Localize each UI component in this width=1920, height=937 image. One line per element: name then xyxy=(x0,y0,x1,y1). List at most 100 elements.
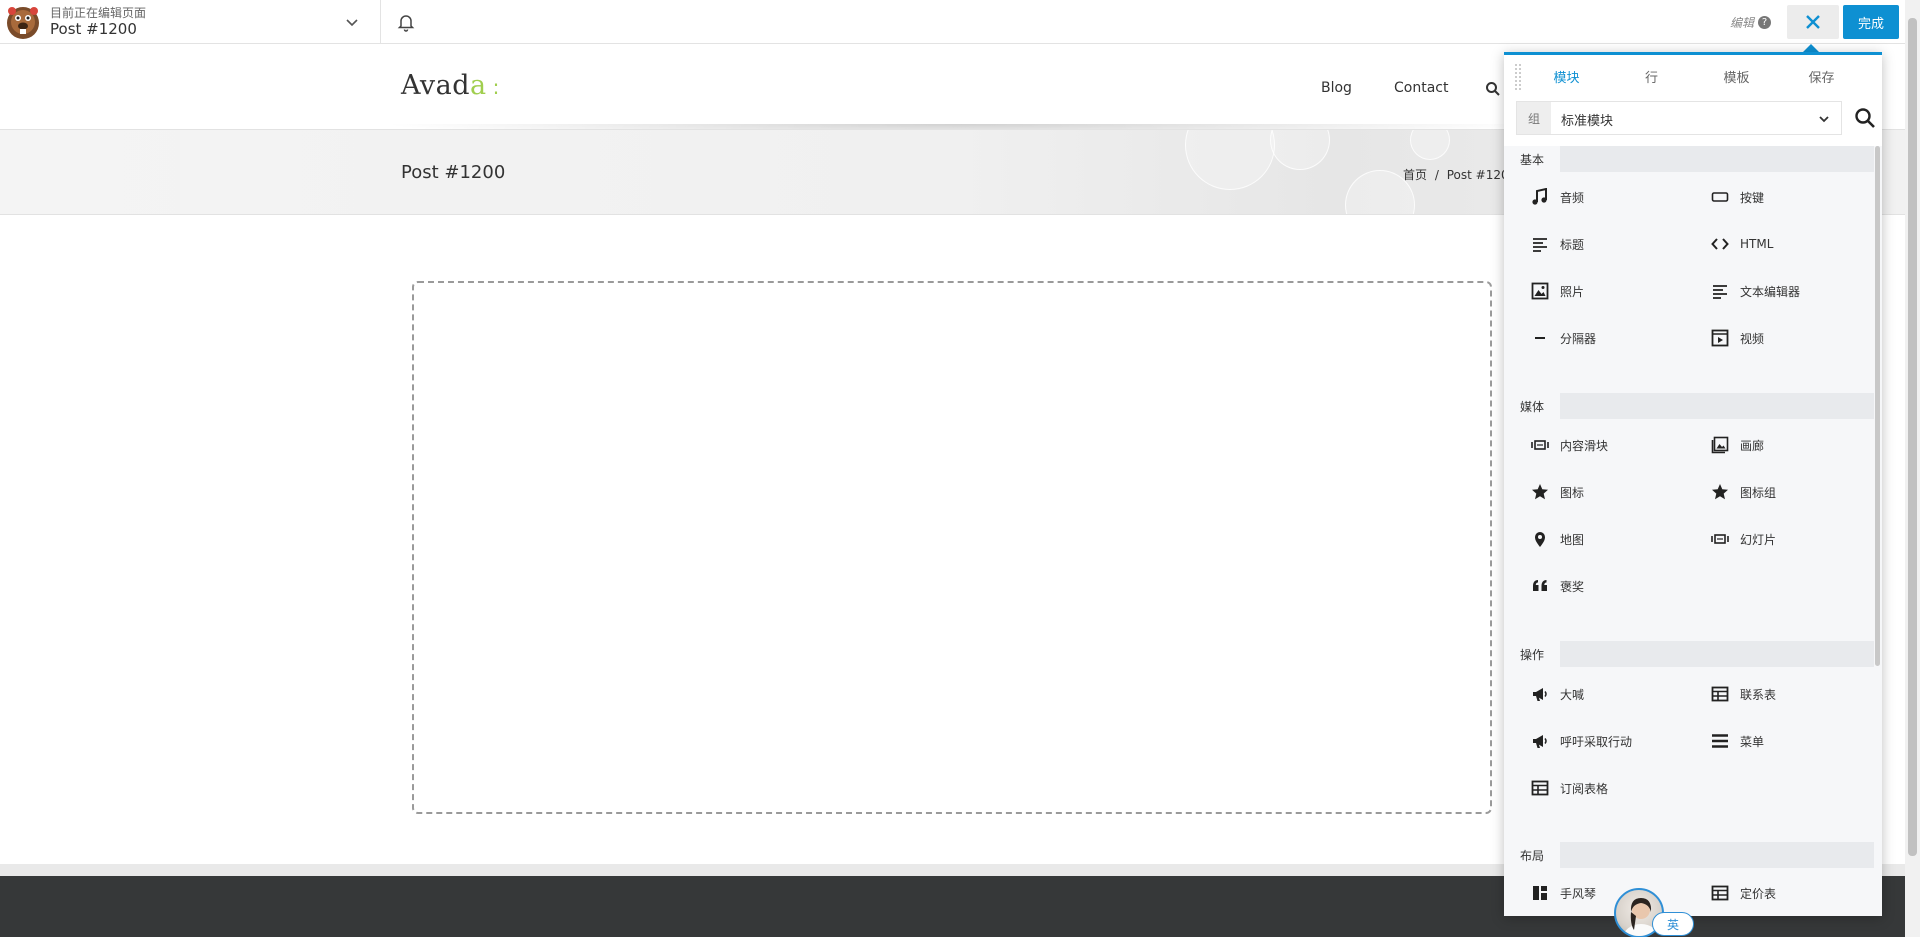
module-label: 呼吁采取行动 xyxy=(1560,734,1633,749)
gallery-icon xyxy=(1710,435,1730,455)
section-header-layout: 布局 xyxy=(1504,842,1874,868)
tab-rows[interactable]: 行 xyxy=(1609,67,1694,89)
module-button[interactable]: 按键 xyxy=(1710,185,1764,209)
module-contact-form[interactable]: 联系表 xyxy=(1710,682,1776,706)
module-subscribe-form[interactable]: 订阅表格 xyxy=(1530,776,1608,800)
module-content-slider[interactable]: 内容滑块 xyxy=(1530,433,1608,457)
close-panel-button[interactable] xyxy=(1787,5,1839,39)
slider-icon xyxy=(1710,529,1730,549)
star-icon xyxy=(1710,482,1730,502)
megaphone-icon xyxy=(1530,684,1550,704)
site-logo[interactable]: Avada: xyxy=(401,70,500,101)
module-label: 文本编辑器 xyxy=(1740,284,1801,299)
drag-handle[interactable] xyxy=(1514,63,1522,91)
module-label: 手风琴 xyxy=(1560,886,1597,901)
module-callout[interactable]: 大喊 xyxy=(1530,682,1584,706)
breadcrumb-home-link[interactable]: 首页 xyxy=(1403,168,1427,182)
search-icon[interactable] xyxy=(1485,81,1501,97)
module-label: 幻灯片 xyxy=(1740,532,1777,547)
quote-icon xyxy=(1530,576,1550,596)
chevron-down-icon[interactable] xyxy=(340,10,364,34)
module-gallery[interactable]: 画廊 xyxy=(1710,433,1764,457)
music-note-icon xyxy=(1530,187,1550,207)
panel-tabs: 模块 行 模板 保存 xyxy=(1524,67,1864,89)
star-icon xyxy=(1530,482,1550,502)
accordion-icon xyxy=(1530,883,1550,903)
section-title: 操作 xyxy=(1504,641,1561,667)
module-html[interactable]: HTML xyxy=(1710,232,1773,256)
nav-link-blog[interactable]: Blog xyxy=(1321,80,1352,96)
bokeh-decoration xyxy=(1410,130,1450,160)
module-label: HTML xyxy=(1740,237,1774,251)
module-slideshow[interactable]: 幻灯片 xyxy=(1710,527,1776,551)
heading-icon xyxy=(1530,234,1550,254)
edit-mode-label[interactable]: 编辑 ? xyxy=(1730,14,1772,31)
breadcrumb: 首页 / Post #1200 xyxy=(1403,166,1516,183)
module-testimonials[interactable]: 褒奖 xyxy=(1530,574,1584,598)
modules-panel: 模块 行 模板 保存 组 标准模块 基本 音频 按键 标题 HTML 照片 文本… xyxy=(1504,52,1882,916)
panel-scrollbar[interactable] xyxy=(1875,146,1880,666)
module-heading[interactable]: 标题 xyxy=(1530,232,1584,256)
module-video[interactable]: 视频 xyxy=(1710,326,1764,350)
group-select[interactable]: 组 标准模块 xyxy=(1516,101,1842,135)
slider-icon xyxy=(1530,435,1550,455)
code-icon xyxy=(1710,234,1730,254)
module-pricing-table[interactable]: 定价表 xyxy=(1710,881,1776,905)
module-label: 照片 xyxy=(1560,284,1585,299)
module-audio[interactable]: 音频 xyxy=(1530,185,1584,209)
map-pin-icon xyxy=(1530,529,1550,549)
search-icon[interactable] xyxy=(1854,107,1876,129)
tab-modules[interactable]: 模块 xyxy=(1524,67,1609,89)
module-photo[interactable]: 照片 xyxy=(1530,279,1584,303)
module-label: 标题 xyxy=(1560,237,1585,252)
tab-templates[interactable]: 模板 xyxy=(1694,67,1779,89)
modules-list: 基本 音频 按键 标题 HTML 照片 文本编辑器 分隔器 视频 媒体 内容滑块… xyxy=(1504,146,1882,916)
logo-colon: : xyxy=(492,75,500,99)
module-label: 分隔器 xyxy=(1560,331,1597,346)
close-icon xyxy=(1806,15,1820,29)
logo-main-text: Avad xyxy=(401,70,471,101)
module-separator[interactable]: 分隔器 xyxy=(1530,326,1596,350)
module-label: 大喊 xyxy=(1560,687,1585,702)
breadcrumb-separator: / xyxy=(1434,168,1439,182)
module-label: 内容滑块 xyxy=(1560,438,1609,453)
module-map[interactable]: 地图 xyxy=(1530,527,1584,551)
module-label: 图标 xyxy=(1560,485,1585,500)
section-header-basic: 基本 xyxy=(1504,146,1874,172)
section-header-media: 媒体 xyxy=(1504,393,1874,419)
topbar-divider xyxy=(380,0,381,44)
table-icon xyxy=(1710,684,1730,704)
input-language-badge[interactable]: 英 xyxy=(1652,912,1694,936)
module-icon[interactable]: 图标 xyxy=(1530,480,1584,504)
module-label: 褒奖 xyxy=(1560,579,1585,594)
page-title: Post #1200 xyxy=(401,162,506,183)
module-label: 定价表 xyxy=(1740,886,1777,901)
module-menu[interactable]: 菜单 xyxy=(1710,729,1764,753)
content-drop-zone[interactable] xyxy=(412,281,1492,814)
done-button[interactable]: 完成 xyxy=(1843,5,1899,39)
module-label: 联系表 xyxy=(1740,687,1777,702)
module-icon-group[interactable]: 图标组 xyxy=(1710,480,1776,504)
section-header-actions: 操作 xyxy=(1504,641,1874,667)
text-editor-icon xyxy=(1710,281,1730,301)
group-label: 组 xyxy=(1517,102,1551,134)
builder-top-bar: 目前正在编辑页面 Post #1200 编辑 ? 完成 xyxy=(0,0,1920,44)
separator-icon xyxy=(1530,328,1550,348)
module-label: 地图 xyxy=(1560,532,1585,547)
bokeh-decoration xyxy=(1185,130,1275,190)
help-icon[interactable]: ? xyxy=(1758,16,1772,29)
module-label: 图标组 xyxy=(1740,485,1777,500)
module-accordion[interactable]: 手风琴 xyxy=(1530,881,1596,905)
page-scrollbar-thumb[interactable] xyxy=(1908,18,1917,856)
tab-saved[interactable]: 保存 xyxy=(1779,67,1864,89)
photo-icon xyxy=(1530,281,1550,301)
chevron-down-icon xyxy=(1817,111,1831,125)
bell-icon[interactable] xyxy=(394,10,418,34)
nav-link-contact[interactable]: Contact xyxy=(1394,80,1448,96)
module-label: 视频 xyxy=(1740,331,1765,346)
beaver-builder-logo[interactable] xyxy=(4,3,42,41)
edit-label-text: 编辑 xyxy=(1730,16,1755,30)
button-icon xyxy=(1710,187,1730,207)
module-call-to-action[interactable]: 呼吁采取行动 xyxy=(1530,729,1632,753)
module-text-editor[interactable]: 文本编辑器 xyxy=(1710,279,1800,303)
